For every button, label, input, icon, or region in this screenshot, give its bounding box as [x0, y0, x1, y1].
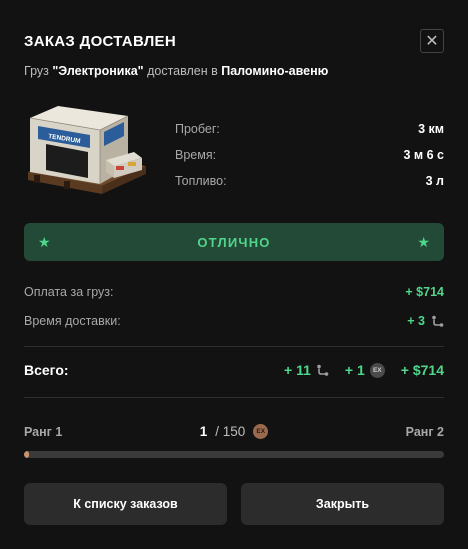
delivery-time-row: Время доставки: + 3 [24, 314, 444, 328]
subtitle-prefix: Груз [24, 64, 53, 78]
star-icon: ★ [417, 233, 430, 250]
divider [24, 397, 444, 398]
rank-progress-text: 1 / 150 EX [200, 424, 269, 439]
total-row: Всего: + 11 + 1 EX + $714 [24, 362, 444, 378]
stat-label: Время: [175, 148, 217, 162]
delivery-time-label: Время доставки: [24, 314, 121, 328]
rank-progress-fill [24, 451, 30, 458]
total-label: Всего: [24, 362, 69, 378]
stat-row-time: Время: 3 м 6 с [175, 142, 444, 168]
orders-list-button[interactable]: К списку заказов [24, 483, 227, 525]
rating-banner: ★ ОТЛИЧНО ★ [24, 223, 444, 261]
stat-label: Топливо: [175, 174, 227, 188]
cargo-payment-row: Оплата за груз: + $714 [24, 285, 444, 299]
stat-row-fuel: Топливо: 3 л [175, 168, 444, 194]
stat-value: 3 л [425, 174, 444, 188]
rank-total-value: / 150 [215, 424, 246, 439]
total-money: + $714 [400, 362, 444, 378]
divider [24, 346, 444, 347]
close-button[interactable]: Закрыть [241, 483, 444, 525]
close-icon[interactable]: ✕ [420, 29, 444, 53]
route-icon [317, 364, 329, 376]
dialog-buttons: К списку заказов Закрыть [24, 483, 444, 525]
stat-row-distance: Пробег: 3 км [175, 116, 444, 142]
subtitle-middle: доставлен в [143, 64, 222, 78]
trip-stats: Пробег: 3 км Время: 3 м 6 с Топливо: 3 л [175, 116, 444, 194]
rank-current-value: 1 [199, 424, 208, 439]
stat-value: 3 км [418, 122, 444, 136]
stat-value: 3 м 6 с [403, 148, 444, 162]
dialog-header: ЗАКАЗ ДОСТАВЛЕН ✕ [24, 28, 444, 54]
rank-row: Ранг 1 1 / 150 EX Ранг 2 [24, 424, 444, 439]
rank-progress-bar [24, 451, 444, 458]
cargo-payment-value: + $714 [405, 285, 444, 299]
ex-badge-icon: EX [369, 362, 385, 378]
route-icon [432, 315, 444, 327]
rank-right-label: Ранг 2 [405, 424, 444, 439]
delivery-time-value: + 3 [407, 314, 425, 328]
delivery-complete-dialog: ЗАКАЗ ДОСТАВЛЕН ✕ Груз "Электроника" дос… [0, 0, 468, 549]
total-ex-value: + 1 [344, 362, 365, 378]
stat-label: Пробег: [175, 122, 220, 136]
ex-badge-icon: EX [253, 424, 269, 439]
total-values: + 11 + 1 EX + $714 [284, 362, 444, 378]
delivery-subtitle: Груз "Электроника" доставлен в Паломино-… [24, 64, 328, 78]
total-ex-points: + 1 EX [345, 362, 385, 378]
delivery-time-value-group: + 3 [407, 314, 444, 328]
cargo-crate-icon: TENDRUM [28, 106, 146, 194]
star-icon: ★ [38, 233, 51, 250]
cargo-payment-label: Оплата за груз: [24, 285, 114, 299]
rank-left-label: Ранг 1 [24, 424, 63, 439]
total-route-points: + 11 [284, 362, 329, 378]
dialog-title: ЗАКАЗ ДОСТАВЛЕН [24, 32, 176, 50]
rating-label: ОТЛИЧНО [197, 234, 271, 250]
total-route-value: + 11 [284, 362, 311, 378]
cargo-name: "Электроника" [52, 64, 144, 78]
destination-name: Паломино-авеню [221, 64, 329, 78]
